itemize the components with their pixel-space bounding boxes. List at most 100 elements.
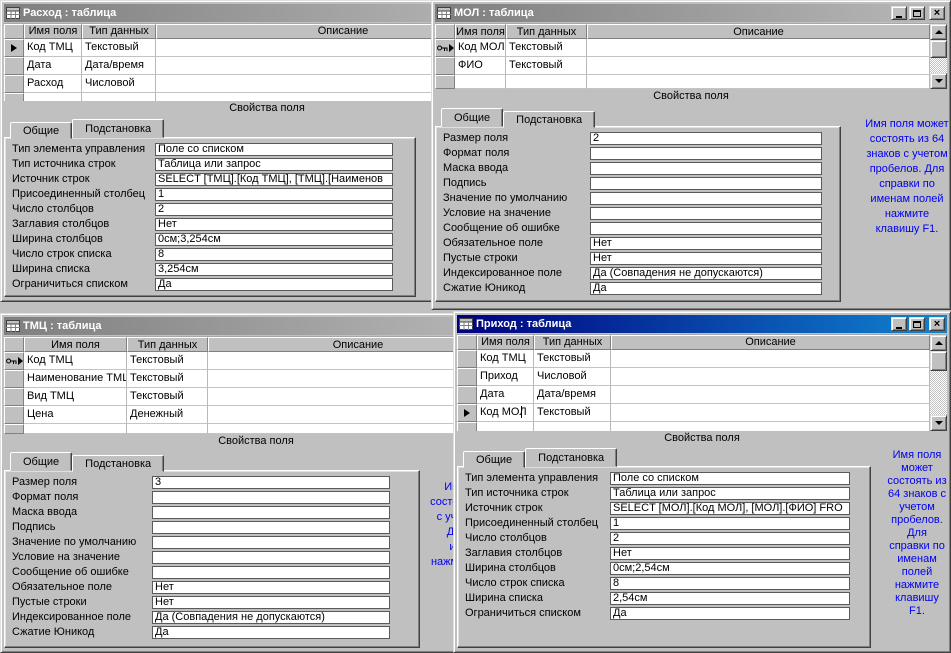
scroll-up-button[interactable] [930, 24, 947, 40]
scroll-down-button[interactable] [930, 73, 947, 89]
row-selector[interactable] [457, 367, 477, 386]
row-selector[interactable] [4, 92, 24, 102]
property-input-indexed[interactable]: Да (Совпадения не допускаются) [590, 267, 822, 280]
description-cell[interactable] [587, 57, 930, 75]
property-input-limit-to-list[interactable]: Да [155, 278, 393, 292]
field-name-cell[interactable]: Дата [24, 56, 82, 75]
data-type-cell[interactable]: Текстовый [534, 349, 611, 368]
tab-lookup[interactable]: Подстановка [72, 119, 165, 139]
row-selector[interactable] [4, 424, 24, 434]
field-name-cell[interactable]: Приход [477, 367, 534, 386]
property-input-row-source-type[interactable]: Таблица или запрос [610, 487, 850, 500]
close-button[interactable]: × [929, 317, 945, 331]
row-selector-current[interactable] [4, 38, 24, 57]
field-row[interactable]: ФИО Текстовый [435, 57, 930, 75]
field-row[interactable]: Код ТМЦ Текстовый [4, 352, 508, 370]
field-name-cell[interactable]: Вид ТМЦ [24, 388, 127, 406]
data-type-cell[interactable]: Числовой [534, 367, 611, 386]
titlebar-tmc[interactable]: ТМЦ : таблица [4, 317, 508, 335]
row-selector[interactable] [457, 385, 477, 404]
row-selector[interactable] [4, 388, 24, 406]
property-input-default-value[interactable] [152, 536, 390, 549]
data-type-cell[interactable]: Дата/время [82, 56, 156, 75]
row-selector[interactable] [4, 56, 24, 75]
tab-lookup[interactable]: Подстановка [72, 455, 165, 472]
property-input-field-size[interactable]: 2 [590, 132, 822, 145]
field-row[interactable]: Цена Денежный [4, 406, 508, 424]
description-cell[interactable] [611, 367, 930, 386]
property-input-indexed[interactable]: Да (Совпадения не допускаются) [152, 611, 390, 624]
field-name-cell[interactable]: Код ТМЦ [24, 352, 127, 370]
data-type-cell[interactable]: Дата/время [534, 385, 611, 404]
property-input-format[interactable] [590, 147, 822, 160]
property-input-display-control[interactable]: Поле со списком [610, 472, 850, 485]
data-type-cell[interactable]: Текстовый [82, 38, 156, 57]
property-input-unicode-compression[interactable]: Да [590, 282, 822, 295]
titlebar-mol[interactable]: МОЛ : таблица × [435, 4, 947, 22]
titlebar-prihod[interactable]: Приход : таблица × [457, 315, 947, 333]
property-input-input-mask[interactable] [152, 506, 390, 519]
tab-general[interactable]: Общие [441, 108, 504, 127]
property-input-validation-text[interactable] [152, 566, 390, 579]
field-name-cell[interactable]: Цена [24, 406, 127, 424]
field-name-cell[interactable]: Код ТМЦ [477, 349, 534, 368]
property-input-allow-zero-length[interactable]: Нет [590, 252, 822, 265]
property-input-column-heads[interactable]: Нет [155, 218, 393, 232]
data-type-cell[interactable]: Текстовый [127, 352, 208, 370]
window-mol-table-design[interactable]: МОЛ : таблица × Имя поля Тип данных Опис… [431, 0, 951, 310]
field-row[interactable]: Код МОЛ Текстовый [435, 39, 930, 57]
close-button[interactable]: × [929, 6, 945, 20]
maximize-button[interactable] [909, 6, 925, 20]
property-input-validation-rule[interactable] [152, 551, 390, 564]
scrollbar-thumb[interactable] [930, 350, 947, 371]
window-prihod-table-design[interactable]: Приход : таблица × Имя поля Тип данных О… [453, 311, 951, 653]
maximize-button[interactable] [909, 317, 925, 331]
empty-field-row[interactable] [4, 424, 508, 434]
row-selector[interactable] [435, 75, 455, 89]
scrollbar-track[interactable] [930, 58, 947, 73]
vertical-scrollbar[interactable] [930, 24, 947, 89]
property-input-column-widths[interactable]: 0см;2,54см [610, 562, 850, 575]
property-input-row-source[interactable]: SELECT [МОЛ].[Код МОЛ], [МОЛ].[ФИО] FRO [610, 502, 850, 515]
scrollbar-thumb[interactable] [930, 40, 947, 58]
tab-general[interactable]: Общие [10, 122, 73, 140]
field-name-cell[interactable]: Наименование ТМЦ [24, 370, 127, 388]
data-type-cell[interactable]: Текстовый [506, 39, 587, 57]
window-tmc-table-design[interactable]: ТМЦ : таблица Имя поля Тип данных Описан… [0, 313, 542, 653]
property-input-column-heads[interactable]: Нет [610, 547, 850, 560]
field-name-cell[interactable]: Код МОЛ [455, 39, 506, 57]
empty-field-row[interactable] [457, 421, 930, 432]
property-input-caption[interactable] [152, 521, 390, 534]
data-type-cell[interactable]: Денежный [127, 406, 208, 424]
property-input-format[interactable] [152, 491, 390, 504]
row-selector[interactable] [435, 57, 455, 75]
data-type-cell[interactable]: Текстовый [534, 403, 611, 422]
tab-lookup[interactable]: Подстановка [503, 111, 596, 128]
description-cell[interactable] [611, 403, 930, 422]
field-name-cell[interactable]: Расход [24, 74, 82, 93]
row-selector[interactable] [457, 349, 477, 368]
minimize-button[interactable] [891, 6, 907, 20]
field-row[interactable]: Наименование ТМЦ Текстовый [4, 370, 508, 388]
property-input-field-size[interactable]: 3 [152, 476, 390, 489]
property-input-list-width[interactable]: 3,254см [155, 263, 393, 277]
property-input-display-control[interactable]: Поле со списком [155, 143, 393, 157]
property-input-column-count[interactable]: 2 [610, 532, 850, 545]
property-input-allow-zero-length[interactable]: Нет [152, 596, 390, 609]
row-selector-primary-key-current[interactable] [4, 352, 24, 370]
empty-field-row[interactable] [435, 75, 930, 89]
property-input-column-count[interactable]: 2 [155, 203, 393, 217]
property-input-list-width[interactable]: 2,54см [610, 592, 850, 605]
tab-general[interactable]: Общие [463, 451, 526, 468]
property-input-row-source[interactable]: SELECT [ТМЦ].[Код ТМЦ], [ТМЦ].[Наименов [155, 173, 393, 187]
field-row[interactable]: Вид ТМЦ Текстовый [4, 388, 508, 406]
row-selector[interactable] [4, 406, 24, 424]
data-type-cell[interactable]: Текстовый [127, 388, 208, 406]
scrollbar-track[interactable] [930, 370, 947, 416]
property-input-bound-column[interactable]: 1 [610, 517, 850, 530]
field-name-cell[interactable]: Код ТМЦ [24, 38, 82, 57]
scroll-down-button[interactable] [930, 415, 947, 432]
vertical-scrollbar[interactable] [930, 334, 947, 432]
field-row[interactable]: Приход Числовой [457, 367, 930, 386]
tab-general[interactable]: Общие [10, 452, 73, 471]
